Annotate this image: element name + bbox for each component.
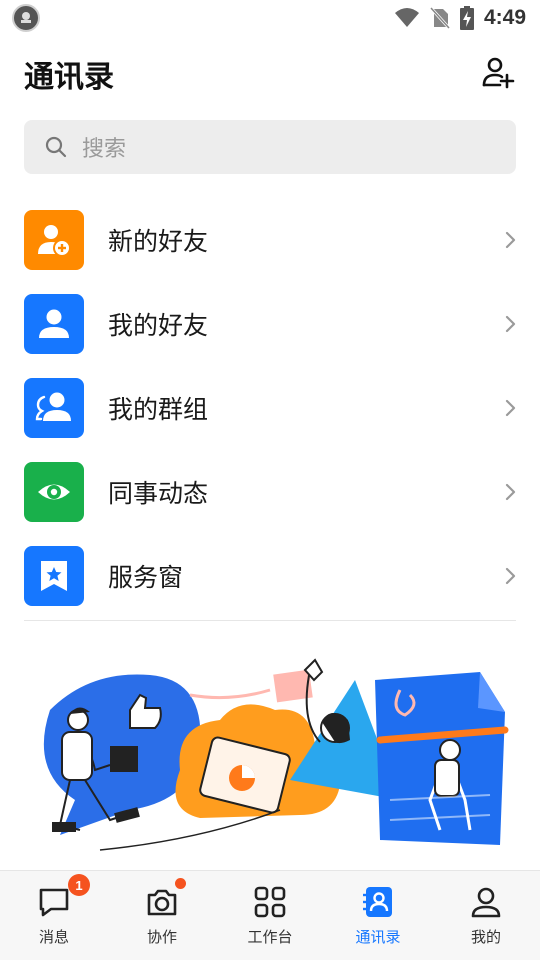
tab-label: 工作台 [247, 928, 293, 946]
status-bar: 4:49 [0, 0, 540, 36]
chevron-right-icon [502, 398, 518, 418]
add-contact-button[interactable] [478, 54, 518, 94]
menu-item-label: 服务窗 [108, 563, 184, 592]
chevron-right-icon [502, 230, 518, 250]
profile-icon [468, 884, 504, 920]
tab-label: 我的 [470, 928, 501, 946]
tab-collaborate[interactable]: 协作 [112, 876, 212, 956]
contacts-menu: 新的好友 我的好友 我的群组 同事动态 服务窗 [0, 198, 540, 618]
tab-messages[interactable]: 1 消息 [4, 874, 104, 956]
tab-contacts[interactable]: 通讯录 [328, 876, 428, 956]
search-input[interactable]: 搜索 [24, 120, 516, 174]
menu-item-my-groups[interactable]: 我的群组 [0, 366, 540, 450]
tab-workbench[interactable]: 工作台 [220, 876, 320, 956]
wifi-icon [394, 7, 420, 29]
divider [24, 620, 516, 621]
menu-item-label: 同事动态 [108, 479, 209, 508]
notification-dot [175, 878, 186, 889]
tab-profile[interactable]: 我的 [436, 876, 536, 956]
collaborate-icon [144, 878, 186, 920]
menu-item-label: 我的群组 [108, 395, 209, 424]
tab-label: 消息 [38, 928, 69, 946]
person-icon [24, 294, 84, 354]
page-title: 通讯录 [24, 60, 114, 95]
add-person-icon [481, 55, 515, 93]
contacts-illustration [0, 650, 540, 870]
chevron-right-icon [502, 482, 518, 502]
no-sim-icon [429, 7, 450, 29]
add-friend-icon [24, 210, 84, 270]
search-placeholder: 搜索 [82, 137, 127, 162]
menu-item-my-friends[interactable]: 我的好友 [0, 282, 540, 366]
chevron-right-icon [502, 566, 518, 586]
eye-icon [24, 462, 84, 522]
contacts-icon [360, 884, 396, 920]
tab-label: 协作 [146, 928, 177, 946]
menu-item-new-friends[interactable]: 新的好友 [0, 198, 540, 282]
menu-item-service-window[interactable]: 服务窗 [0, 534, 540, 618]
tab-label: 通讯录 [355, 928, 401, 946]
chat-bubble-icon: 1 [36, 874, 90, 920]
unread-badge: 1 [68, 874, 90, 896]
search-icon [44, 135, 68, 159]
group-icon [24, 378, 84, 438]
status-time: 4:49 [483, 6, 526, 29]
menu-item-label: 新的好友 [108, 227, 209, 256]
bottom-tab-bar: 1 消息 协作 工作台 通讯录 我的 [0, 870, 540, 960]
grid-icon [252, 884, 288, 920]
bookmark-star-icon [24, 546, 84, 606]
menu-item-colleague-updates[interactable]: 同事动态 [0, 450, 540, 534]
chevron-right-icon [502, 314, 518, 334]
app-notification-icon [12, 4, 40, 32]
battery-charging-icon [459, 6, 474, 30]
header: 通讯录 [0, 36, 540, 112]
menu-item-label: 我的好友 [108, 311, 209, 340]
